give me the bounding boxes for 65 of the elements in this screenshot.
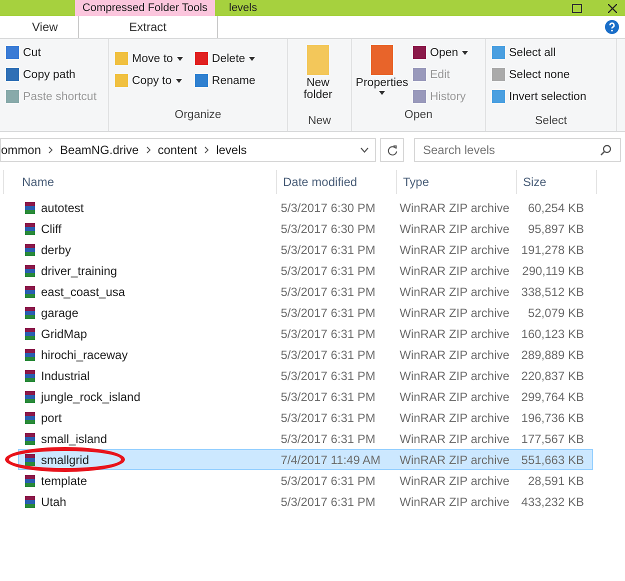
archive-icon	[23, 222, 37, 236]
search-icon	[600, 144, 612, 156]
file-row[interactable]: port 5/3/2017 6:31 PM WinRAR ZIP archive 196,736 KB	[18, 407, 593, 428]
file-row[interactable]: derby 5/3/2017 6:31 PM WinRAR ZIP archive 191,278 KB	[18, 239, 593, 260]
dropdown-icon	[360, 147, 369, 153]
file-row[interactable]: Industrial 5/3/2017 6:31 PM WinRAR ZIP archive 220,837 KB	[18, 365, 593, 386]
chevron-icon	[48, 146, 54, 154]
chevron-icon	[204, 146, 210, 154]
group-label: Open	[403, 109, 434, 123]
chevron-icon	[146, 146, 151, 154]
column-header[interactable]: Date modified	[277, 170, 397, 194]
archive-icon	[23, 390, 37, 404]
ribbon-button[interactable]: Move to	[113, 49, 185, 68]
archive-icon	[23, 410, 37, 424]
archive-icon	[23, 452, 37, 466]
ribbon-button[interactable]: Copy path	[4, 65, 99, 84]
file-row[interactable]: autotest 5/3/2017 6:30 PM WinRAR ZIP archive 60,254 KB	[18, 197, 593, 218]
ribbon-button[interactable]: Select none	[490, 65, 588, 84]
archive-icon	[23, 200, 37, 214]
ribbon-button[interactable]: Invert selection	[490, 87, 588, 106]
refresh-icon	[386, 144, 398, 156]
window-title: levels	[229, 2, 258, 14]
column-header[interactable]: Name	[4, 170, 277, 194]
context-tab-title: Compressed Folder Tools	[75, 0, 215, 16]
file-row[interactable]: hirochi_raceway 5/3/2017 6:31 PM WinRAR ZIP archive 289,889 KB	[18, 344, 593, 365]
file-row[interactable]: jungle_rock_island 5/3/2017 6:31 PM WinRAR ZIP archive 299,764 KB	[18, 386, 593, 407]
ribbon-button[interactable]: Delete	[192, 49, 258, 68]
file-row[interactable]: GridMap 5/3/2017 6:31 PM WinRAR ZIP archive 160,123 KB	[18, 323, 593, 344]
file-row[interactable]: Utah 5/3/2017 6:31 PM WinRAR ZIP archive 433,232 KB	[18, 491, 593, 512]
help-icon[interactable]	[605, 20, 619, 34]
ribbon-button[interactable]: New folder	[292, 43, 344, 103]
archive-icon	[23, 284, 37, 298]
file-row[interactable]: Cliff 5/3/2017 6:30 PM WinRAR ZIP archive 95,897 KB	[18, 218, 593, 239]
refresh-button[interactable]	[380, 138, 404, 162]
ribbon-button[interactable]: Cut	[4, 43, 99, 62]
archive-icon	[23, 474, 37, 488]
archive-icon	[23, 432, 37, 446]
file-row[interactable]: east_coast_usa 5/3/2017 6:31 PM WinRAR ZIP archive 338,512 KB	[18, 281, 593, 302]
archive-icon	[23, 264, 37, 278]
file-row[interactable]: small_island 5/3/2017 6:31 PM WinRAR ZIP archive 177,567 KB	[18, 428, 593, 449]
archive-icon	[23, 348, 37, 362]
archive-icon	[23, 242, 37, 256]
archive-icon	[23, 368, 37, 382]
ribbon-tab[interactable]: Extract	[78, 16, 218, 38]
maximize-icon[interactable]	[572, 4, 582, 12]
archive-icon	[23, 494, 37, 508]
archive-icon	[23, 306, 37, 320]
ribbon-button[interactable]: Properties	[356, 43, 408, 97]
close-icon[interactable]	[608, 4, 617, 12]
ribbon-button[interactable]: Select all	[490, 43, 588, 62]
file-row[interactable]: template 5/3/2017 6:31 PM WinRAR ZIP archive 28,591 KB	[18, 470, 593, 491]
group-label: Select	[534, 115, 568, 129]
file-row[interactable]: driver_training 5/3/2017 6:31 PM WinRAR ZIP archive 290,119 KB	[18, 260, 593, 281]
archive-icon	[23, 326, 37, 340]
column-header[interactable]: Size	[517, 170, 597, 194]
ribbon-button[interactable]: Rename	[192, 71, 258, 90]
file-row[interactable]: smallgrid 7/4/2017 11:49 AM WinRAR ZIP archive 551,663 KB	[18, 449, 593, 470]
ribbon-button[interactable]: Open	[411, 43, 470, 62]
address-bar[interactable]: ommon BeamNG.drive content levels	[0, 138, 376, 162]
search-field[interactable]: Search levels	[414, 138, 621, 162]
ribbon-button[interactable]: Copy to	[113, 71, 185, 90]
group-label: New	[306, 115, 332, 129]
group-label: Organize	[174, 109, 222, 123]
column-header[interactable]: Type	[397, 170, 517, 194]
file-row[interactable]: garage 5/3/2017 6:31 PM WinRAR ZIP archive 52,079 KB	[18, 302, 593, 323]
